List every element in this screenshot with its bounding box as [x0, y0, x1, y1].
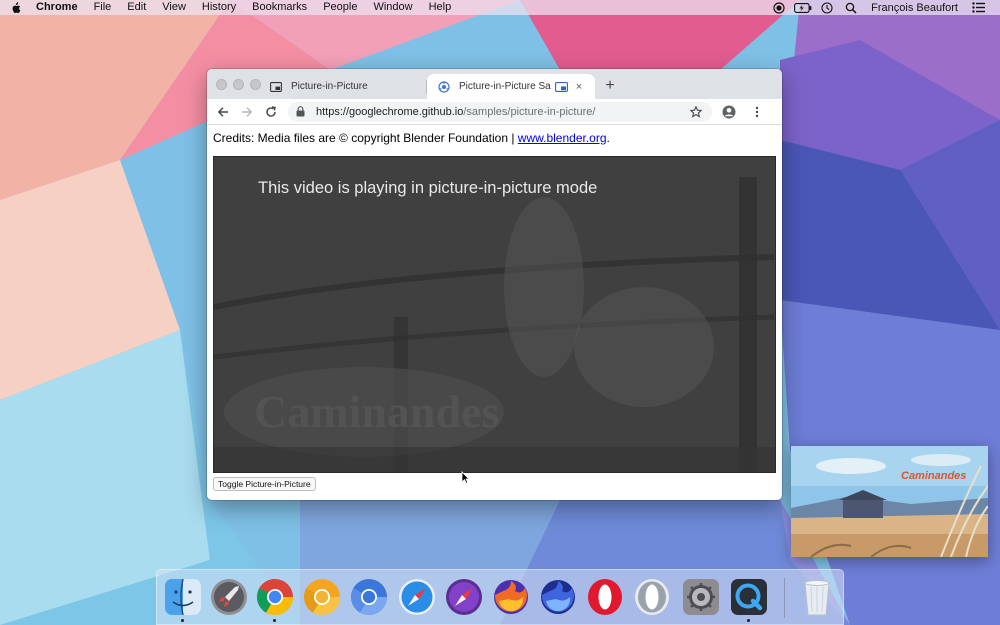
credits-end: .	[606, 131, 610, 145]
chrome-menu-icon[interactable]	[746, 101, 768, 123]
dock-app-trash[interactable]	[797, 577, 837, 617]
opera-beta-icon	[635, 579, 669, 615]
menu-app-name[interactable]: Chrome	[30, 0, 86, 15]
credits-line: Credits: Media files are © copyright Ble…	[213, 131, 610, 145]
dock	[156, 569, 844, 625]
bookmark-star-icon[interactable]	[690, 105, 702, 118]
safari-preview-icon	[446, 579, 482, 615]
finder-icon	[165, 578, 201, 616]
running-indicator	[747, 619, 750, 622]
pip-video-window[interactable]: Caminandes	[791, 446, 988, 557]
dock-app-safari[interactable]	[397, 577, 437, 617]
firefox-icon	[494, 580, 528, 614]
running-indicator	[181, 619, 184, 622]
menu-people[interactable]: People	[315, 0, 365, 15]
window-controls	[216, 79, 261, 90]
chromium-favicon-icon	[437, 80, 451, 94]
search-icon[interactable]	[839, 2, 863, 14]
gear-icon	[683, 579, 719, 615]
address-bar[interactable]: https://googlechrome.github.io/samples/p…	[288, 101, 712, 122]
credits-text: Credits: Media files are © copyright Ble…	[213, 131, 518, 145]
menu-file[interactable]: File	[86, 0, 120, 15]
dock-app-quicktime[interactable]	[729, 577, 769, 617]
pip-status-message: This video is playing in picture-in-pict…	[258, 179, 598, 197]
dock-app-launchpad[interactable]	[209, 577, 249, 617]
menu-history[interactable]: History	[194, 0, 244, 15]
dock-app-chrome-canary[interactable]	[302, 577, 342, 617]
video-player[interactable]: Caminandes This video is playing in pict…	[213, 156, 776, 473]
pip-video-logo: Caminandes	[901, 470, 967, 482]
url-host: https://googlechrome.github.io	[316, 105, 464, 118]
lock-icon[interactable]	[296, 106, 308, 117]
screen-record-icon[interactable]	[767, 1, 791, 14]
close-tab-icon[interactable]: ×	[573, 81, 585, 93]
dock-app-safari-preview[interactable]	[444, 577, 484, 617]
reload-icon	[266, 105, 276, 117]
apple-menu-icon[interactable]	[0, 1, 30, 14]
menu-edit[interactable]: Edit	[119, 0, 154, 15]
arrow-left-icon	[217, 106, 228, 117]
forward-button[interactable]	[236, 101, 258, 123]
url-path: /samples/picture-in-picture/	[463, 105, 596, 118]
rocket-icon	[211, 579, 247, 615]
firefox-nightly-icon	[541, 580, 575, 614]
blender-link[interactable]: www.blender.org	[518, 131, 607, 145]
dock-app-firefox[interactable]	[491, 577, 531, 617]
menu-bar: Chrome File Edit View History Bookmarks …	[0, 0, 1000, 15]
trash-icon	[804, 580, 830, 616]
page-content: Credits: Media files are © copyright Ble…	[207, 125, 782, 500]
clock-icon[interactable]	[815, 1, 839, 14]
quicktime-icon	[731, 579, 767, 615]
browser-toolbar: https://googlechrome.github.io/samples/p…	[207, 99, 782, 125]
menu-window[interactable]: Window	[365, 0, 420, 15]
dock-app-chromium[interactable]	[349, 577, 389, 617]
notification-center-icon[interactable]	[966, 2, 990, 13]
close-window-button[interactable]	[216, 79, 227, 90]
dock-app-opera[interactable]	[585, 577, 625, 617]
tab-picture-in-picture[interactable]: Picture-in-Picture	[259, 74, 427, 99]
menu-view[interactable]: View	[154, 0, 194, 15]
tab-picture-in-picture-sample[interactable]: Picture-in-Picture Sample ×	[427, 74, 595, 99]
current-user-name[interactable]: François Beaufort	[863, 2, 966, 14]
menu-bookmarks[interactable]: Bookmarks	[244, 0, 315, 15]
dock-app-chrome[interactable]	[255, 577, 295, 617]
chrome-window: Picture-in-Picture Picture-in-Picture Sa…	[207, 69, 782, 500]
back-button[interactable]	[212, 101, 234, 123]
running-indicator	[273, 619, 276, 622]
battery-icon[interactable]	[791, 2, 815, 13]
dock-separator	[784, 578, 785, 618]
toggle-pip-button[interactable]: Toggle Picture-in-Picture	[213, 477, 316, 491]
new-tab-button[interactable]: +	[601, 77, 619, 95]
safari-icon	[399, 579, 435, 615]
chrome-icon	[256, 579, 293, 616]
opera-icon	[588, 579, 622, 615]
chrome-canary-icon	[303, 579, 340, 616]
dock-app-finder[interactable]	[163, 577, 203, 617]
chromium-icon	[350, 579, 387, 616]
tab-title: Picture-in-Picture Sample	[459, 81, 551, 92]
minimize-window-button[interactable]	[233, 79, 244, 90]
blurred-video-frame: Caminandes	[214, 157, 775, 472]
menu-help[interactable]: Help	[421, 0, 460, 15]
pip-favicon-icon	[269, 80, 283, 94]
arrow-right-icon	[242, 106, 253, 117]
pip-playing-indicator-icon	[555, 81, 569, 93]
svg-text:Caminandes: Caminandes	[254, 386, 499, 437]
tab-strip: Picture-in-Picture Picture-in-Picture Sa…	[207, 69, 782, 99]
dock-app-system-preferences[interactable]	[681, 577, 721, 617]
dock-app-opera-beta[interactable]	[632, 577, 672, 617]
tab-title: Picture-in-Picture	[291, 81, 368, 92]
reload-button[interactable]	[260, 101, 282, 123]
mouse-cursor-icon	[461, 471, 470, 489]
profile-avatar-icon[interactable]	[718, 101, 740, 123]
pip-video-frame	[791, 446, 988, 557]
dock-app-firefox-nightly[interactable]	[538, 577, 578, 617]
